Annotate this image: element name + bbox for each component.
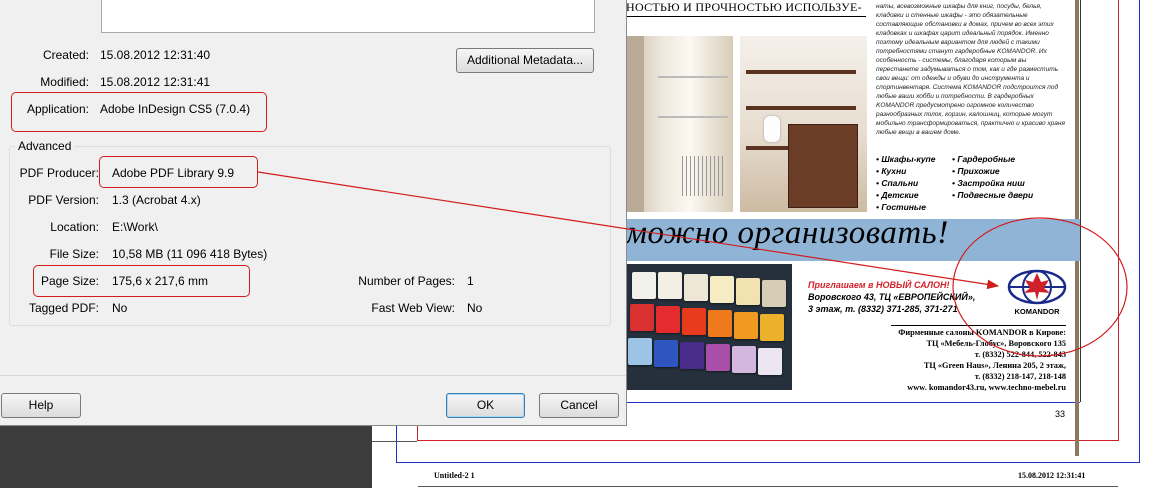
dialog-separator xyxy=(0,375,626,376)
shelving-photo xyxy=(740,36,867,212)
article-text: наты, всевозможные шкафы для книг, посуд… xyxy=(876,3,1065,136)
invitation: Приглашаем в НОВЫЙ САЛОН! Воровского 43,… xyxy=(808,279,1008,319)
document-properties-dialog: Created: 15.08.2012 12:31:40 Modified: 1… xyxy=(0,0,627,426)
number-of-pages-label: Number of Pages: xyxy=(358,274,455,288)
footer-rule-2 xyxy=(418,486,1118,487)
pdf-version-label: PDF Version: xyxy=(28,193,99,207)
tagged-pdf-label: Tagged PDF: xyxy=(28,301,99,315)
komandor-logo: KOMANDOR xyxy=(1004,267,1070,323)
salon-line: www. komandor43.ru, www.techno-mebel.ru xyxy=(907,383,1066,392)
product-item: • Гардеробные xyxy=(952,154,1016,164)
tagged-pdf-value: No xyxy=(112,301,128,315)
invitation-line: 3 этаж, т. (8332) 371-285, 371-271 xyxy=(808,304,958,314)
fast-web-view-label: Fast Web View: xyxy=(371,301,455,315)
product-item: • Подвесные двери xyxy=(952,190,1034,200)
modified-label: Modified: xyxy=(40,75,89,89)
number-of-pages-value: 1 xyxy=(467,274,474,288)
product-item: • Застройка ниш xyxy=(952,178,1025,188)
keywords-field[interactable] xyxy=(101,0,595,33)
cancel-button[interactable]: Cancel xyxy=(539,393,619,418)
additional-metadata-button[interactable]: Additional Metadata... xyxy=(456,48,594,73)
wardrobe-photo xyxy=(626,36,733,212)
product-item: • Детские xyxy=(876,190,919,200)
color-swatches-photo xyxy=(626,264,792,390)
pdf-producer-highlight xyxy=(99,156,258,188)
bleed-line-bottom xyxy=(417,440,1119,441)
salon-line: ТЦ «Green Haus», Ленина 205, 2 этаж, xyxy=(923,361,1066,370)
product-item: • Шкафы-купе xyxy=(876,154,936,164)
salon-line: т. (8332) 522-844, 522-843 xyxy=(974,350,1066,359)
trim-line-bottom xyxy=(396,462,1140,463)
salon-addresses: Фирменные салоны KOMANDOR в Кирове: ТЦ «… xyxy=(860,325,1066,395)
headline-rule xyxy=(626,16,866,17)
slogan: можно организовать! xyxy=(626,215,949,251)
location-label: Location: xyxy=(50,220,99,234)
trim-line-right xyxy=(1139,0,1140,463)
file-size-label: File Size: xyxy=(49,247,99,261)
salon-line: Фирменные салоны KOMANDOR в Кирове: xyxy=(898,328,1066,337)
fast-web-view-value: No xyxy=(467,301,483,315)
invitation-line: Воровского 43, ТЦ «ЕВРОПЕЙСКИЙ», xyxy=(808,292,976,302)
globe-logo-icon xyxy=(1007,269,1067,305)
ok-button[interactable]: OK xyxy=(446,393,525,418)
page-border-bottom xyxy=(626,402,1080,403)
salon-line: т. (8332) 218-147, 218-148 xyxy=(974,372,1066,381)
product-item: • Спальни xyxy=(876,178,919,188)
created-label: Created: xyxy=(42,48,89,62)
footer-rule xyxy=(372,441,417,442)
product-item: • Прихожие xyxy=(952,166,1000,176)
product-item: • Кухни xyxy=(876,166,907,176)
logo-wordmark: KOMANDOR xyxy=(1014,307,1060,316)
bleed-line-left xyxy=(417,424,418,441)
page-edge-line xyxy=(1080,0,1081,402)
pdf-producer-label: PDF Producer: xyxy=(19,166,99,180)
product-list: • Шкафы-купе • Кухни • Спальни • Детские… xyxy=(876,153,1066,215)
page-size-highlight xyxy=(33,265,250,297)
help-button[interactable]: Help xyxy=(1,393,81,418)
product-item: • Гостиные xyxy=(876,202,926,212)
modified-value: 15.08.2012 12:31:41 xyxy=(100,75,211,89)
advanced-title: Advanced xyxy=(15,139,75,153)
salon-rule xyxy=(891,325,1066,326)
location-value: E:\Work\ xyxy=(112,220,158,234)
print-footer-timestamp: 15.08.2012 12:31:41 xyxy=(1018,471,1086,480)
page-number: 33 xyxy=(1055,409,1066,419)
trim-line-left xyxy=(396,424,397,463)
application-highlight xyxy=(11,92,267,132)
bleed-line-right xyxy=(1118,0,1119,441)
pdf-version-value: 1.3 (Acrobat 4.x) xyxy=(112,193,201,207)
article-headline: НОСТЬЮ И ПРОЧНОСТЬЮ ИСПОЛЬЗУЕ- xyxy=(626,0,862,14)
invitation-title: Приглашаем в НОВЫЙ САЛОН! xyxy=(808,280,950,290)
file-size-value: 10,58 MB (11 096 418 Bytes) xyxy=(112,247,268,261)
print-footer-filename: Untitled-2 1 xyxy=(434,471,475,480)
salon-line: ТЦ «Мебель-Глобус», Воровского 135 xyxy=(926,339,1066,348)
created-value: 15.08.2012 12:31:40 xyxy=(100,48,211,62)
